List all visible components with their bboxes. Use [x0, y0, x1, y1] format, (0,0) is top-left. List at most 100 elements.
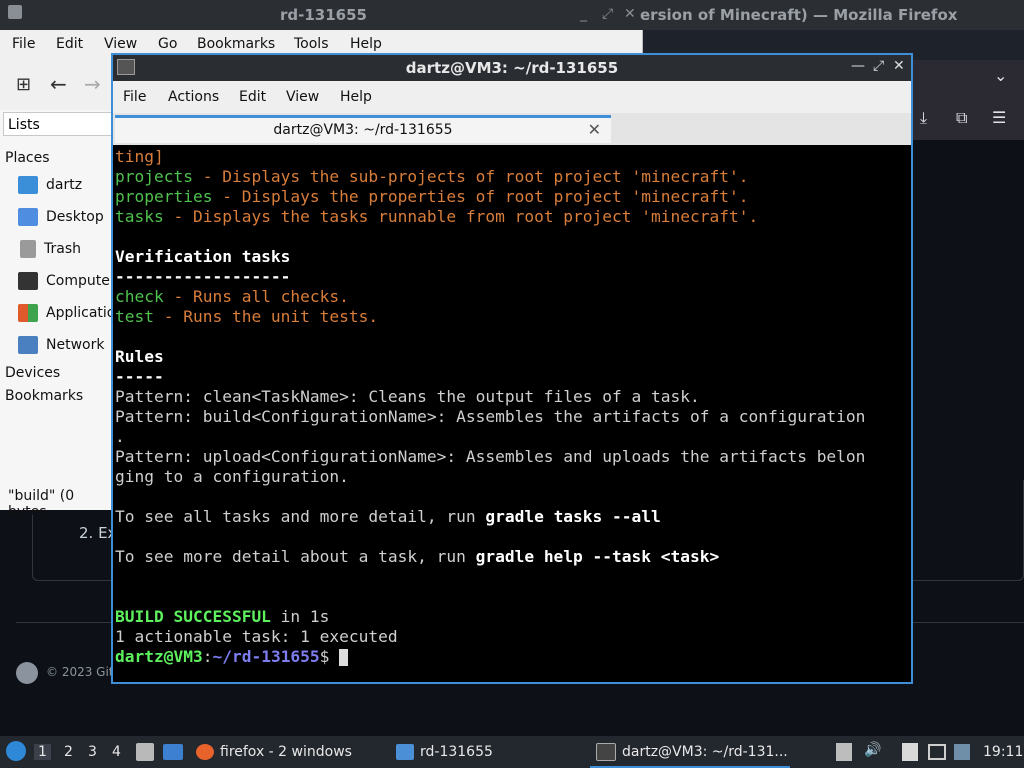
close-tab-icon[interactable]: ✕ [588, 120, 601, 139]
extensions-icon[interactable]: ⧉ [956, 108, 967, 128]
fm-menu-file[interactable]: File [12, 36, 35, 52]
terminal-line: 1 actionable task: 1 executed [115, 627, 865, 647]
terminal-text-segment: - Displays the properties of root projec… [212, 187, 749, 206]
terminal-text-segment: gradle tasks --all [485, 507, 661, 526]
maximize-icon[interactable]: ⤢ [602, 6, 613, 22]
task-firefox[interactable]: firefox - 2 windows [196, 736, 386, 768]
terminal-line: Pattern: upload<ConfigurationName>: Asse… [115, 447, 865, 467]
terminal-line: To see all tasks and more detail, run gr… [115, 507, 865, 527]
task-file-manager[interactable]: rd-131655 [396, 736, 576, 768]
terminal-line: Rules [115, 347, 865, 367]
terminal-text-segment: Pattern: upload<ConfigurationName>: Asse… [115, 447, 866, 466]
terminal-menubar: File Actions Edit View Help [113, 81, 911, 113]
window-menu-icon[interactable] [8, 5, 22, 19]
bookmarks-heading[interactable]: Bookmarks [5, 388, 83, 404]
terminal-line: test - Runs the unit tests. [115, 307, 865, 327]
prompt-user: dartz@VM3 [115, 647, 203, 666]
firefox-icon [196, 744, 214, 760]
close-icon[interactable]: ✕ [893, 58, 905, 74]
network-icon [18, 336, 38, 354]
terminal-text-segment: Rules [115, 347, 164, 366]
notes-icon[interactable] [902, 743, 918, 761]
clock[interactable]: 19:11 [983, 744, 1023, 760]
task-terminal[interactable]: dartz@VM3: ~/rd-131... [590, 736, 790, 768]
volume-icon[interactable]: 🔊 [864, 742, 881, 758]
terminal-text-segment: ------------------ [115, 267, 291, 286]
terminal-text-segment: projects [115, 167, 193, 186]
sidebar-item-desktop[interactable]: Desktop [18, 208, 104, 232]
terminal-line: . [115, 427, 865, 447]
fm-menu-tools[interactable]: Tools [294, 36, 329, 52]
github-logo-icon[interactable] [16, 662, 38, 684]
workspace-2[interactable]: 2 [64, 744, 73, 760]
firefox-title-left: rd-131655 [280, 6, 367, 24]
terminal-line: Pattern: clean<TaskName>: Cleans the out… [115, 387, 865, 407]
sidebar-item-label: dartz [46, 177, 83, 193]
chevron-down-icon[interactable]: ⌄ [994, 66, 1007, 85]
file-manager-launcher-icon[interactable] [136, 743, 154, 761]
terminal-text-segment: ting] [115, 147, 164, 166]
text-cursor [339, 649, 349, 666]
sidebar-item-home[interactable]: dartz [18, 176, 82, 200]
hamburger-menu-icon[interactable]: ☰ [992, 108, 1006, 127]
task-label: firefox - 2 windows [220, 744, 352, 760]
fm-menu-view[interactable]: View [104, 36, 137, 52]
terminal-line: To see more detail about a task, run gra… [115, 547, 865, 567]
term-menu-actions[interactable]: Actions [168, 89, 219, 105]
taskbar: 1 2 3 4 firefox - 2 windows rd-131655 da… [0, 736, 1024, 768]
prompt-separator: : [202, 647, 213, 666]
terminal-text-segment: in 1s [270, 607, 330, 626]
sidebar-item-label: Network [46, 337, 105, 353]
sidebar-item-network[interactable]: Network [18, 336, 104, 360]
workspace-4[interactable]: 4 [112, 744, 121, 760]
terminal-text-segment: . [115, 427, 125, 446]
term-menu-file[interactable]: File [123, 89, 146, 105]
show-desktop-icon[interactable] [163, 744, 183, 760]
terminal-line: tasks - Displays the tasks runnable from… [115, 207, 865, 227]
forward-arrow-icon[interactable]: → [84, 72, 101, 96]
terminal-text-segment: BUILD SUCCESSFUL [115, 607, 271, 626]
start-menu-icon[interactable] [6, 741, 26, 761]
sidebar-item-trash[interactable]: Trash [18, 240, 81, 264]
back-arrow-icon[interactable]: ← [50, 72, 67, 96]
terminal-text-segment: ----- [115, 367, 164, 386]
sidebar-item-computer[interactable]: Compute [18, 272, 110, 296]
term-menu-edit[interactable]: Edit [239, 89, 266, 105]
sidebar-item-label: Desktop [46, 209, 104, 225]
sidebar-item-applications[interactable]: Applicatio [18, 304, 115, 328]
terminal-output[interactable]: ting] projects - Displays the sub-project… [113, 145, 911, 682]
terminal-line: projects - Displays the sub-projects of … [115, 167, 865, 187]
terminal-text-segment: gradle help --task <task> [475, 547, 720, 566]
home-folder-icon [18, 176, 38, 194]
download-icon[interactable]: ⤓ [920, 108, 927, 128]
clipboard-icon[interactable] [836, 743, 852, 761]
fm-menu-go[interactable]: Go [158, 36, 177, 52]
prompt-path: ~/rd-131655 [212, 647, 320, 666]
minimize-icon[interactable]: — [851, 58, 865, 74]
terminal-icon [596, 743, 616, 761]
close-icon[interactable]: ✕ [624, 6, 636, 22]
terminal-titlebar[interactable]: dartz@VM3: ~/rd-131655 — ⤢ ✕ [113, 55, 911, 81]
fm-menu-help[interactable]: Help [350, 36, 382, 52]
workspace-1[interactable]: 1 [34, 744, 51, 760]
term-menu-view[interactable]: View [286, 89, 319, 105]
desktop-icon [18, 208, 38, 226]
workspace-3[interactable]: 3 [88, 744, 97, 760]
devices-heading[interactable]: Devices [5, 365, 60, 381]
terminal-prompt-line[interactable]: dartz@VM3:~/rd-131655$ [115, 647, 865, 667]
side-pane-mode-select[interactable]: Lists [3, 112, 113, 136]
term-menu-help[interactable]: Help [340, 89, 372, 105]
tab-terminal[interactable]: dartz@VM3: ~/rd-131655 ✕ [115, 115, 611, 143]
new-tab-icon[interactable]: ⊞ [16, 74, 31, 95]
maximize-icon[interactable]: ⤢ [873, 58, 884, 74]
terminal-line: Verification tasks [115, 247, 865, 267]
terminal-line: properties - Displays the properties of … [115, 187, 865, 207]
fm-menu-edit[interactable]: Edit [56, 36, 83, 52]
network-status-icon[interactable] [954, 744, 970, 760]
fm-menu-bookmarks[interactable]: Bookmarks [197, 36, 275, 52]
display-icon[interactable] [928, 744, 946, 760]
minimize-icon[interactable]: _ [580, 6, 587, 22]
